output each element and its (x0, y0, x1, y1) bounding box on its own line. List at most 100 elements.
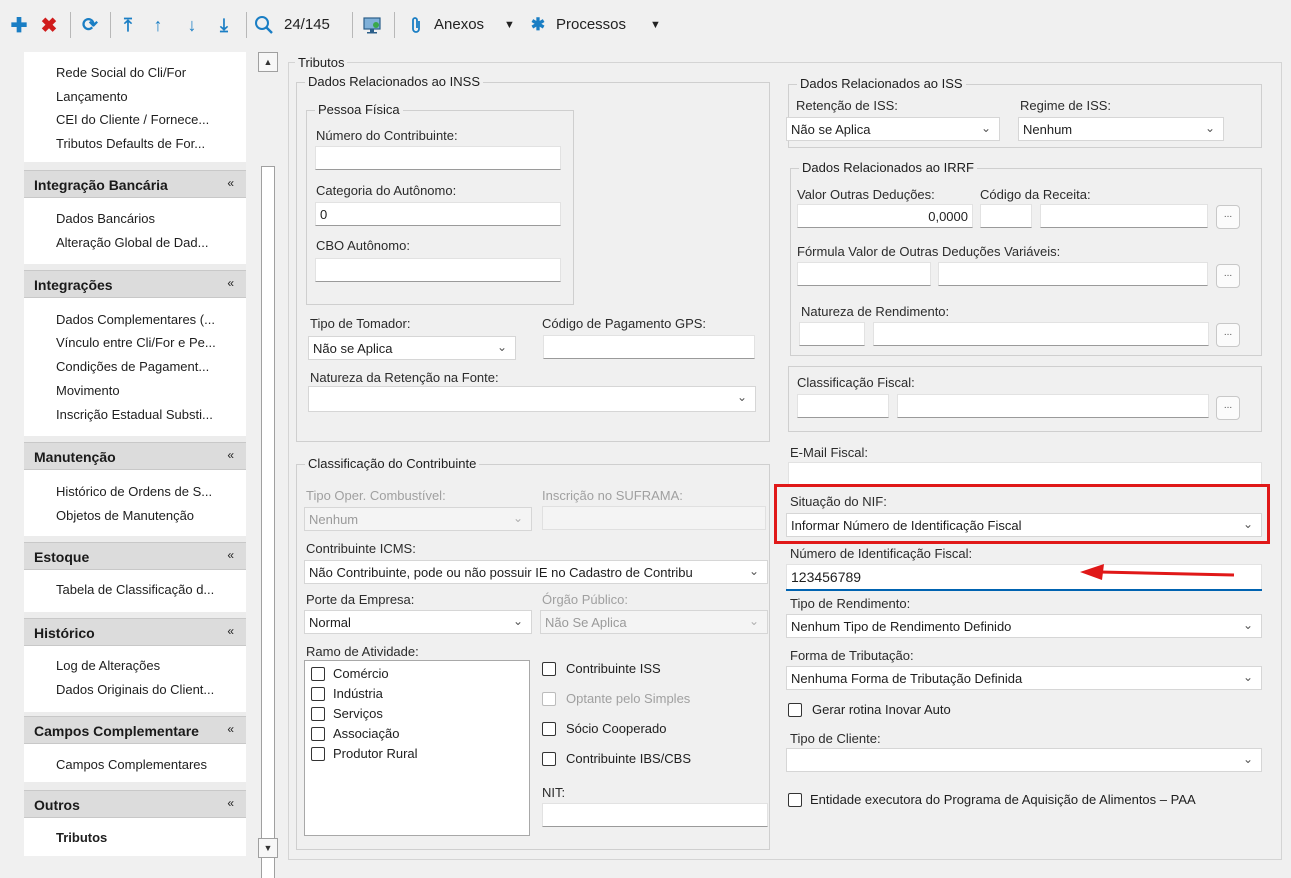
natureza-retencao-select[interactable]: ⌄ (308, 386, 756, 412)
classificacao-fiscal-code-input[interactable] (797, 394, 889, 418)
nav-item[interactable]: Log de Alterações (56, 658, 238, 673)
tipo-cliente-select[interactable]: ⌄ (786, 748, 1262, 772)
nav-section-title: Campos Complementare (34, 723, 199, 739)
email-fiscal-input[interactable] (788, 462, 1262, 486)
nav-item[interactable]: Tributos Defaults de For... (56, 136, 238, 151)
collapse-icon[interactable]: « (227, 796, 234, 810)
collapse-icon[interactable]: « (227, 176, 234, 190)
nav-item[interactable]: Vínculo entre Cli/For e Pe... (56, 335, 238, 350)
nav-divider (24, 162, 246, 170)
processes-menu[interactable]: Processos (556, 16, 626, 33)
paperclip-icon[interactable] (408, 10, 424, 40)
nav-item[interactable]: CEI do Cliente / Fornece... (56, 112, 238, 127)
collapse-icon[interactable]: « (227, 624, 234, 638)
nav-section-estoque[interactable]: Estoque « (24, 542, 246, 570)
nav-section-integracoes[interactable]: Integrações « (24, 270, 246, 298)
regime-iss-select[interactable]: Nenhum ⌄ (1018, 117, 1224, 141)
lookup-button[interactable]: ... (1216, 323, 1240, 347)
collapse-icon[interactable]: « (227, 548, 234, 562)
classificacao-fiscal-desc-input[interactable] (897, 394, 1209, 418)
nav-section-title: Integrações (34, 277, 113, 293)
screen-icon[interactable] (360, 10, 384, 40)
formula-desc-input[interactable] (938, 262, 1208, 286)
nav-divider (24, 782, 246, 790)
natureza-rendimento-code-input[interactable] (799, 322, 865, 346)
valor-deducoes-input[interactable]: 0,0000 (797, 204, 973, 228)
formula-code-input[interactable] (797, 262, 931, 286)
nav-item[interactable]: Dados Complementares (... (56, 312, 238, 327)
socio-cooperado-checkbox[interactable] (542, 722, 556, 736)
numero-nif-label: Número de Identificação Fiscal: (790, 546, 973, 561)
lookup-button[interactable]: ... (1216, 396, 1240, 420)
cbo-autonomo-input[interactable] (315, 258, 561, 282)
nav-section-manutencao[interactable]: Manutenção « (24, 442, 246, 470)
inovar-auto-checkbox[interactable] (788, 703, 802, 717)
gear-icon[interactable]: ✱ (528, 10, 548, 40)
nav-item[interactable]: Campos Complementares (56, 757, 238, 772)
lookup-button[interactable]: ... (1216, 264, 1240, 288)
nav-item[interactable]: Dados Originais do Client... (56, 682, 238, 697)
nav-item-tributos[interactable]: Tributos (56, 830, 238, 845)
nav-item[interactable]: Dados Bancários (56, 211, 238, 226)
previous-record-icon[interactable]: ↑ (148, 10, 168, 40)
plus-icon[interactable]: ✚ (8, 10, 30, 40)
categoria-autonomo-input[interactable]: 0 (315, 202, 561, 226)
scroll-down-icon[interactable]: ▼ (258, 838, 278, 858)
scroll-up-icon[interactable]: ▲ (258, 52, 278, 72)
forma-tributacao-select[interactable]: Nenhuma Forma de Tributação Definida ⌄ (786, 666, 1262, 690)
tributos-title: Tributos (295, 55, 348, 70)
tipo-tomador-label: Tipo de Tomador: (310, 316, 411, 331)
chevron-down-icon[interactable]: ▼ (650, 19, 661, 31)
next-record-icon[interactable]: ↓ (182, 10, 202, 40)
ramo-checkbox[interactable] (311, 667, 325, 681)
nav-item[interactable]: Alteração Global de Dad... (56, 235, 238, 250)
nav-section-integracao-bancaria[interactable]: Integração Bancária « (24, 170, 246, 198)
collapse-icon[interactable]: « (227, 276, 234, 290)
vertical-scrollbar[interactable]: ▲ ▼ (258, 52, 278, 878)
retencao-iss-select[interactable]: Não se Aplica ⌄ (786, 117, 1000, 141)
tipo-tomador-select[interactable]: Não se Aplica ⌄ (308, 336, 516, 360)
collapse-icon[interactable]: « (227, 722, 234, 736)
nav-item[interactable]: Objetos de Manutenção (56, 508, 238, 523)
chevron-down-icon: ⌄ (748, 614, 760, 628)
codigo-gps-input[interactable] (543, 335, 755, 359)
attachments-menu[interactable]: Anexos (434, 16, 484, 33)
codigo-receita-desc-input[interactable] (1040, 204, 1208, 228)
nav-item[interactable]: Condições de Pagament... (56, 359, 238, 374)
refresh-icon[interactable]: ⟳ (78, 10, 102, 40)
icms-select[interactable]: Não Contribuinte, pode ou não possuir IE… (304, 560, 768, 584)
optante-simples-checkbox (542, 692, 556, 706)
lookup-button[interactable]: ... (1216, 205, 1240, 229)
paa-checkbox[interactable] (788, 793, 802, 807)
collapse-icon[interactable]: « (227, 448, 234, 462)
porte-select[interactable]: Normal ⌄ (304, 610, 532, 634)
search-icon[interactable] (252, 10, 276, 40)
contribuinte-iss-checkbox[interactable] (542, 662, 556, 676)
nav-item[interactable]: Histórico de Ordens de S... (56, 484, 238, 499)
nav-item[interactable]: Tabela de Classificação d... (56, 582, 238, 597)
tipo-tomador-value: Não se Aplica (313, 341, 393, 356)
numero-contribuinte-input[interactable] (315, 146, 561, 170)
contribuinte-ibs-checkbox[interactable] (542, 752, 556, 766)
ramo-checkbox[interactable] (311, 727, 325, 741)
nav-item[interactable]: Lançamento (56, 89, 238, 104)
nit-input[interactable] (542, 803, 768, 827)
codigo-receita-input[interactable] (980, 204, 1032, 228)
nav-item[interactable]: Rede Social do Cli/For (56, 65, 238, 80)
chevron-down-icon[interactable]: ▼ (504, 19, 515, 31)
ramo-checkbox[interactable] (311, 747, 325, 761)
x-icon[interactable]: ✖ (38, 10, 60, 40)
numero-contribuinte-label: Número do Contribuinte: (316, 128, 458, 143)
first-record-icon[interactable]: ⤒ (118, 10, 138, 40)
nav-section-campos-complementares[interactable]: Campos Complementare « (24, 716, 246, 744)
ramo-checkbox[interactable] (311, 707, 325, 721)
ramo-checkbox[interactable] (311, 687, 325, 701)
nav-section-outros[interactable]: Outros « (24, 790, 246, 818)
tipo-rendimento-select[interactable]: Nenhum Tipo de Rendimento Definido ⌄ (786, 614, 1262, 638)
nav-item[interactable]: Movimento (56, 383, 238, 398)
nav-item[interactable]: Inscrição Estadual Substi... (56, 407, 238, 422)
natureza-rendimento-desc-input[interactable] (873, 322, 1209, 346)
last-record-icon[interactable]: ⤓ (214, 10, 234, 40)
scroll-thumb[interactable] (261, 166, 275, 878)
nav-section-historico[interactable]: Histórico « (24, 618, 246, 646)
